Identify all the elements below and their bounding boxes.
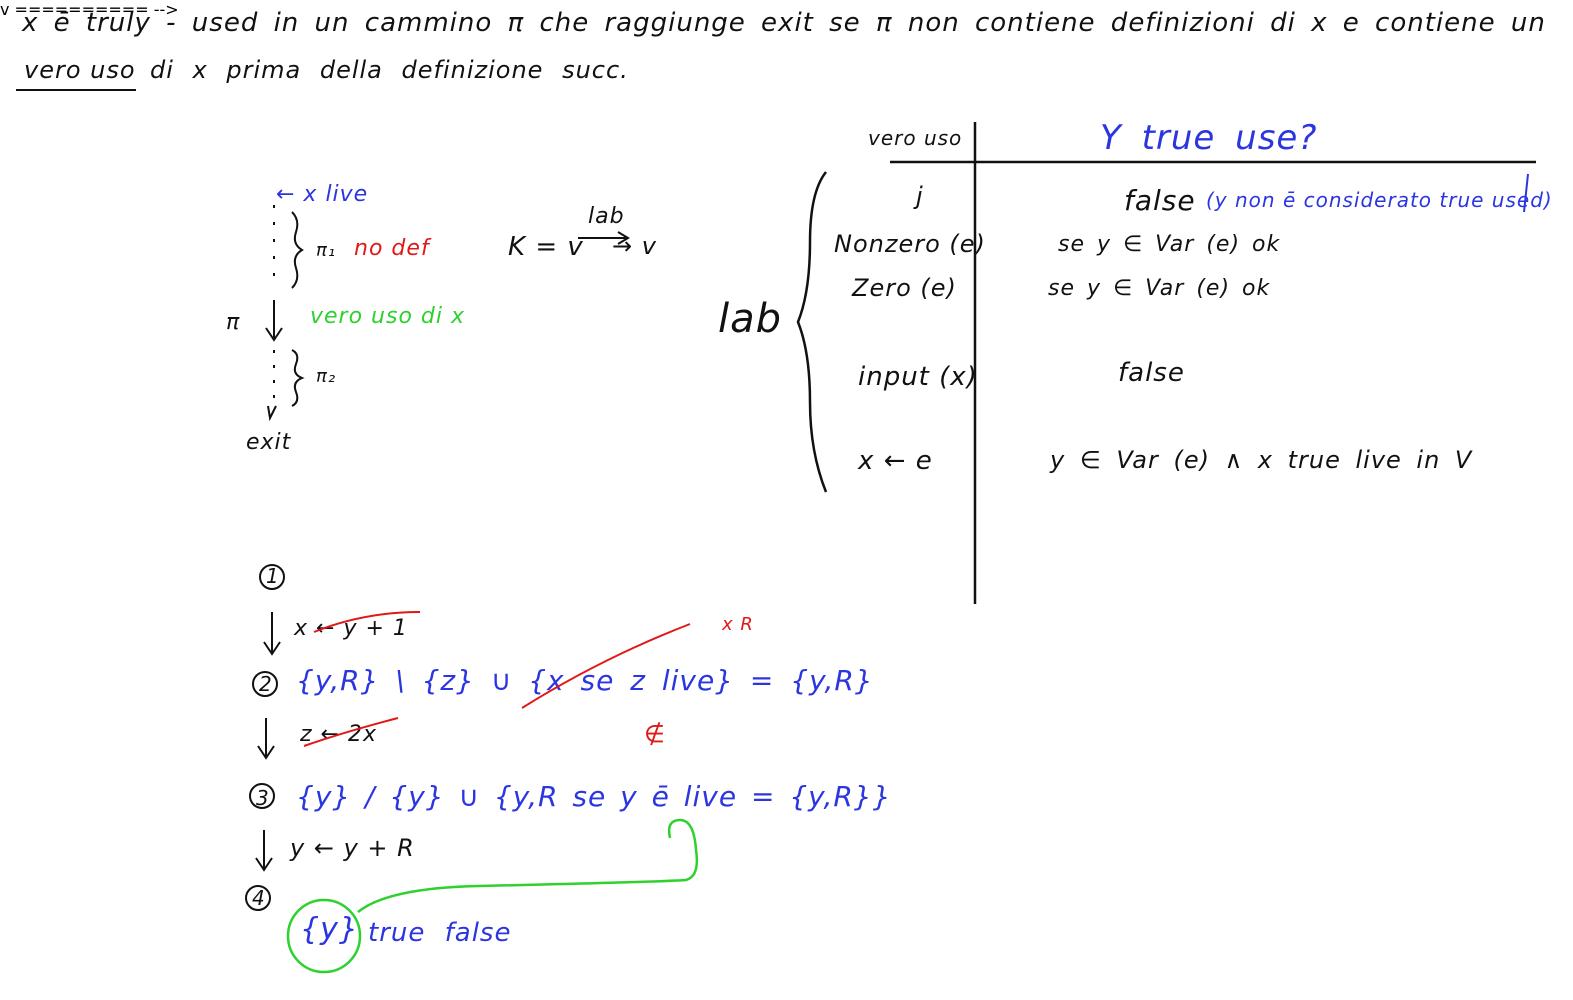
lab-arrow <box>578 231 630 245</box>
path-arrows <box>265 205 305 422</box>
whiteboard-page: { "intro": { "line1": "x ē truly - used … <box>0 0 1573 1000</box>
green-annotations <box>286 818 699 974</box>
red-strikes <box>303 611 691 747</box>
ink-strokes <box>16 89 1536 974</box>
table-brace <box>796 171 828 493</box>
example-arrows <box>255 612 281 872</box>
